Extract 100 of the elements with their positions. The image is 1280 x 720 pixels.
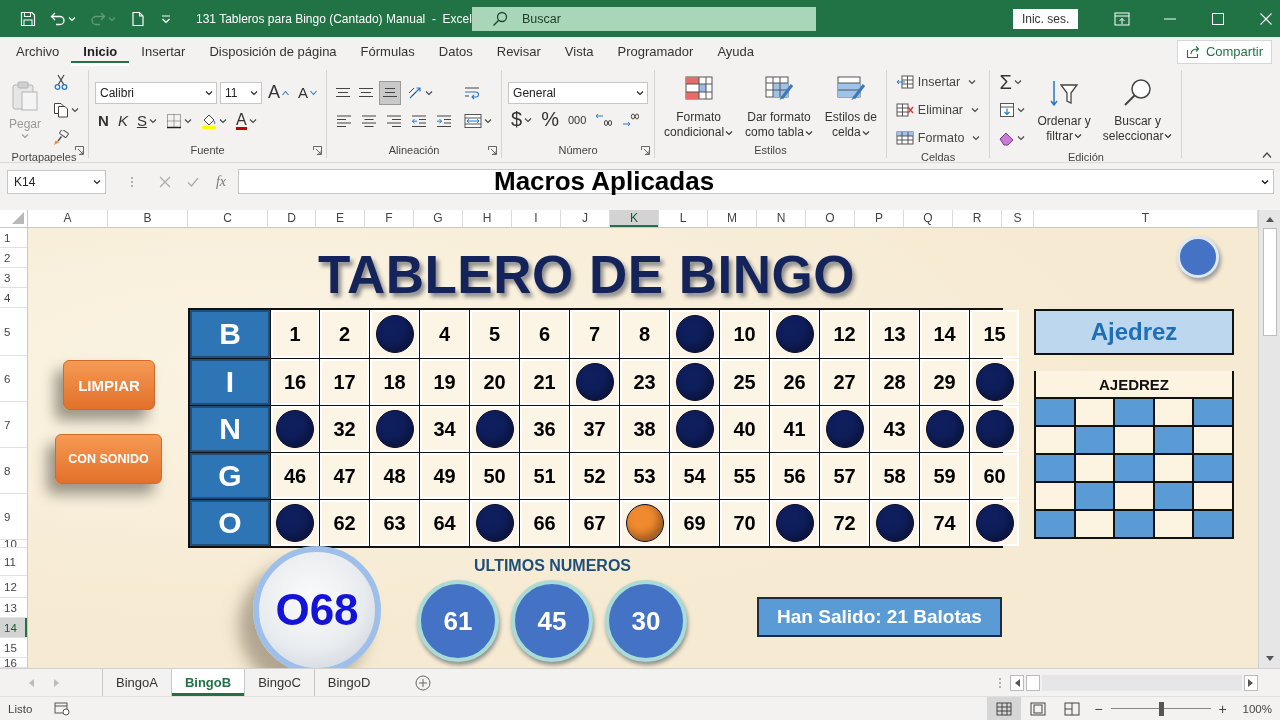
share-button[interactable]: Compartir: [1176, 39, 1272, 64]
number-cell: 63: [370, 500, 419, 546]
new-file-button[interactable]: [130, 10, 146, 27]
column-header[interactable]: P: [855, 210, 904, 227]
undo-button[interactable]: [50, 10, 76, 27]
number-cell: 74: [920, 500, 969, 546]
dialog-launcher-button[interactable]: [75, 146, 85, 155]
column-header[interactable]: E: [316, 210, 365, 227]
ribbon-tab[interactable]: Datos: [426, 37, 485, 66]
font-color-button[interactable]: A: [232, 108, 260, 133]
currency-button[interactable]: $: [508, 107, 536, 132]
column-header[interactable]: A: [28, 210, 108, 227]
column-header[interactable]: S: [1002, 210, 1034, 227]
scroll-thumb[interactable]: [1026, 674, 1040, 691]
row-header[interactable]: 1: [0, 228, 27, 248]
conditional-format-button[interactable]: Formato condicional: [661, 73, 737, 140]
collapse-ribbon-button[interactable]: [1262, 151, 1272, 159]
zoom-out-button[interactable]: −: [1090, 700, 1107, 717]
save-button[interactable]: [20, 10, 36, 27]
column-header[interactable]: O: [806, 210, 855, 227]
number-format-field[interactable]: General: [508, 81, 649, 104]
formula-field[interactable]: Macros Aplicadas: [238, 169, 1274, 194]
insert-cells-button[interactable]: Insertar: [892, 70, 980, 94]
page-layout-icon: [1029, 701, 1046, 716]
italic-button[interactable]: K: [114, 108, 131, 133]
group-label: Fuente: [190, 143, 225, 157]
column-header[interactable]: I: [512, 210, 561, 227]
number-cell: 2: [320, 310, 369, 358]
ribbon-tab[interactable]: Fórmulas: [348, 37, 427, 66]
slider-thumb[interactable]: [1158, 701, 1164, 716]
sheet-tab[interactable]: BingoB: [170, 669, 245, 696]
group-label: Portapapeles: [11, 150, 77, 164]
ribbon-tab[interactable]: Archivo: [4, 37, 72, 66]
scroll-thumb[interactable]: [1262, 228, 1277, 336]
row-header[interactable]: 14: [0, 618, 27, 638]
column-header[interactable]: H: [463, 210, 512, 227]
column-header[interactable]: G: [414, 210, 463, 227]
vertical-scrollbar[interactable]: [1258, 210, 1280, 668]
format-table-button[interactable]: Dar formato como tabla: [742, 73, 816, 140]
insert-function-button[interactable]: fx: [210, 169, 232, 194]
row-header[interactable]: 3: [0, 268, 27, 288]
row-header[interactable]: 7: [0, 402, 27, 448]
ribbon-tab[interactable]: Insertar: [129, 37, 198, 66]
percent-button[interactable]: %: [538, 107, 562, 132]
normal-view-button[interactable]: [986, 697, 1021, 720]
search-field[interactable]: Buscar: [471, 6, 816, 31]
row-header[interactable]: 11: [0, 548, 27, 576]
column-header[interactable]: Q: [904, 210, 953, 227]
dialog-launcher-icon: [75, 146, 85, 155]
ribbon-tab[interactable]: Vista: [552, 37, 606, 66]
customize-button[interactable]: [160, 12, 172, 25]
row-header[interactable]: 15: [0, 638, 27, 658]
ribbon-tab[interactable]: Ayuda: [705, 37, 766, 66]
sign-in-button[interactable]: Inic. ses.: [1012, 8, 1079, 29]
dialog-launcher-button[interactable]: [313, 146, 323, 155]
row-header[interactable]: 9: [0, 494, 27, 540]
row-header[interactable]: 10: [0, 540, 27, 548]
ribbon-tab[interactable]: Revisar: [484, 37, 553, 66]
thousands-button[interactable]: 000: [565, 107, 590, 132]
round-button[interactable]: [1177, 236, 1219, 278]
bold-button[interactable]: N: [95, 108, 112, 133]
column-header[interactable]: B: [108, 210, 188, 227]
shrink-font-button[interactable]: A: [295, 80, 321, 105]
column-header[interactable]: F: [365, 210, 414, 227]
delete-cells-button[interactable]: Eliminar: [892, 98, 982, 122]
autosum-button[interactable]: Σ: [996, 70, 1025, 94]
ribbon-tab[interactable]: Programador: [605, 37, 706, 66]
align-bottom-button[interactable]: [379, 80, 402, 105]
name-box[interactable]: K14: [7, 169, 106, 194]
dialog-launcher-button[interactable]: [488, 146, 498, 155]
zoom-level[interactable]: 100%: [1242, 702, 1272, 715]
column-header[interactable]: L: [659, 210, 708, 227]
column-header[interactable]: K: [610, 210, 659, 227]
column-header[interactable]: N: [757, 210, 806, 227]
dialog-launcher-button[interactable]: [641, 146, 651, 155]
column-header[interactable]: C: [188, 210, 268, 227]
find-select-button[interactable]: Buscar y seleccionar: [1099, 76, 1176, 144]
cell-styles-button[interactable]: Estilos de celda: [821, 73, 880, 140]
column-header[interactable]: M: [708, 210, 757, 227]
format-cells-button[interactable]: Formato: [892, 126, 984, 150]
number-cell: 15: [970, 310, 1019, 358]
zoom-in-button[interactable]: +: [1214, 700, 1231, 717]
ribbon-tab[interactable]: Inicio: [71, 37, 130, 66]
close-icon: [1260, 12, 1273, 25]
ribbon-tab[interactable]: Disposición de página: [197, 37, 349, 66]
copy-icon: [53, 102, 70, 118]
row-header[interactable]: 2: [0, 248, 27, 268]
font-size-field[interactable]: 11: [220, 81, 263, 104]
sort-filter-button[interactable]: Ordenar y filtrar: [1034, 76, 1094, 144]
underline-button[interactable]: S: [133, 108, 160, 133]
row-header[interactable]: 12: [0, 576, 27, 598]
pattern-button[interactable]: Ajedrez: [1034, 309, 1234, 355]
row-header[interactable]: 6: [0, 356, 27, 402]
column-header[interactable]: D: [268, 210, 316, 227]
grow-font-button[interactable]: A: [265, 80, 293, 105]
font-name-field[interactable]: Calibri: [95, 81, 218, 104]
row-header[interactable]: 5: [0, 308, 27, 356]
row-header[interactable]: 8: [0, 448, 27, 494]
row-header[interactable]: 4: [0, 288, 27, 308]
column-header[interactable]: R: [953, 210, 1002, 227]
